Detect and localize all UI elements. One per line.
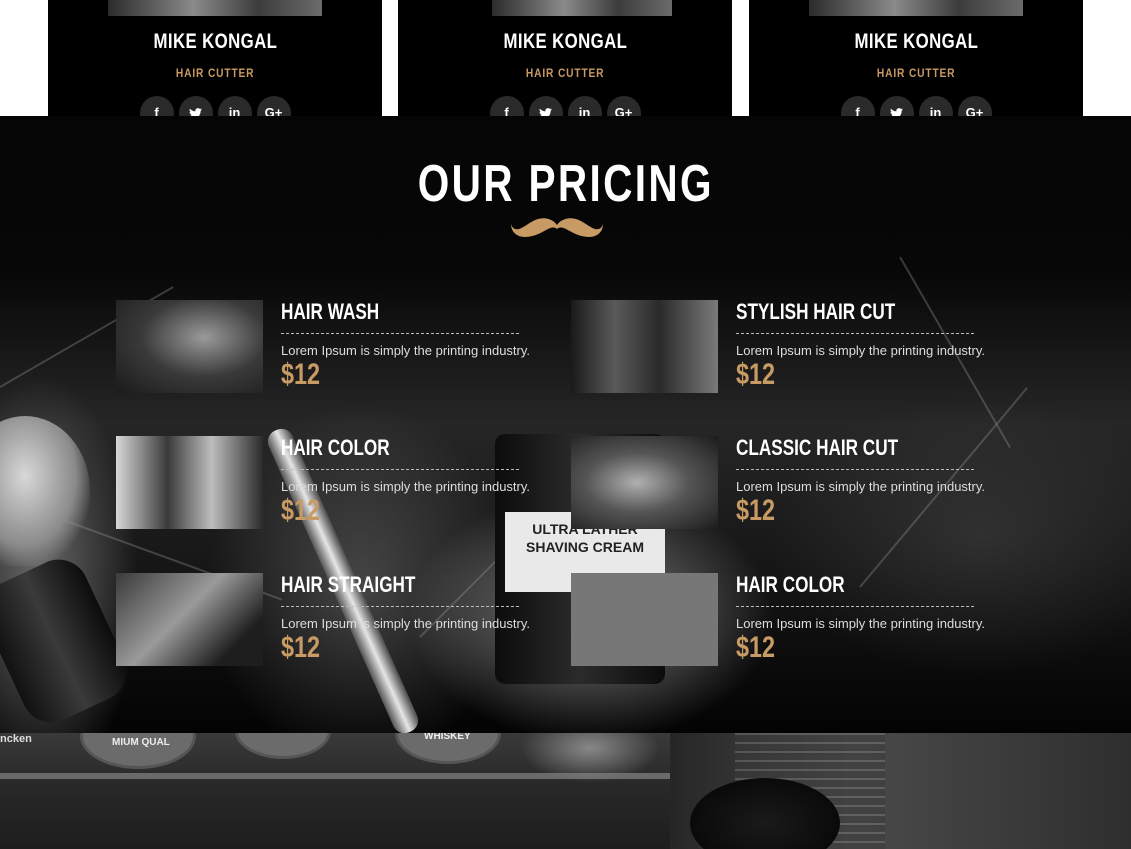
- section-title: OUR PRICING: [417, 155, 714, 213]
- pricing-item-description: Lorem Ipsum is simply the printing indus…: [281, 616, 531, 631]
- pricing-item-image: [116, 573, 263, 666]
- pricing-item-name: HAIR WASH: [281, 299, 380, 324]
- googleplus-icon[interactable]: G+: [957, 96, 992, 116]
- team-member-name: MIKE KONGAL: [153, 30, 277, 53]
- shaving-brush-bristles: [0, 416, 90, 566]
- pricing-item-divider: [736, 333, 974, 334]
- cream-jar-label-line2: SHAVING CREAM: [526, 539, 644, 555]
- team-card: MIKE KONGAL HAIR CUTTER f in G+: [749, 0, 1083, 116]
- mustache-icon: [511, 218, 603, 237]
- twitter-icon[interactable]: [178, 96, 213, 116]
- linkedin-icon[interactable]: in: [217, 96, 252, 116]
- team-card: MIKE KONGAL HAIR CUTTER f in G+: [48, 0, 382, 116]
- social-links: f in G+: [398, 96, 732, 116]
- pricing-item-name: STYLISH HAIR CUT: [736, 299, 896, 324]
- googleplus-icon[interactable]: G+: [606, 96, 641, 116]
- pricing-item-image: [116, 436, 263, 529]
- pricing-item-price: $12: [736, 358, 776, 391]
- facebook-icon[interactable]: f: [139, 96, 174, 116]
- pricing-item-divider: [281, 606, 519, 607]
- pricing-section: ULTRA LATHER SHAVING CREAM OUR PRICING H…: [0, 116, 1131, 733]
- team-member-role: HAIR CUTTER: [525, 66, 605, 80]
- pricing-item: HAIR COLOR Lorem Ipsum is simply the pri…: [116, 435, 530, 531]
- pricing-item: HAIR COLOR Lorem Ipsum is simply the pri…: [571, 572, 985, 668]
- pricing-item-description: Lorem Ipsum is simply the printing indus…: [281, 479, 531, 494]
- pricing-item-image: [116, 300, 263, 393]
- pricing-item-name: HAIR COLOR: [281, 435, 390, 460]
- team-member-photo: [809, 0, 1023, 16]
- twitter-icon[interactable]: [879, 96, 914, 116]
- pricing-item-divider: [736, 606, 974, 607]
- pricing-item-image: [571, 573, 718, 666]
- team-member-name: MIKE KONGAL: [854, 30, 978, 53]
- pricing-item-description: Lorem Ipsum is simply the printing indus…: [281, 343, 531, 358]
- pricing-item-name: HAIR STRAIGHT: [281, 572, 416, 597]
- pricing-item-price: $12: [281, 631, 321, 664]
- pricing-item-price: $12: [736, 494, 776, 527]
- pricing-item-divider: [281, 333, 519, 334]
- pricing-item: STYLISH HAIR CUT Lorem Ipsum is simply t…: [571, 299, 985, 395]
- bottle-cap: [235, 733, 331, 759]
- pricing-item: CLASSIC HAIR CUT Lorem Ipsum is simply t…: [571, 435, 985, 531]
- cap-text: WHISKEY: [424, 733, 471, 742]
- pricing-item-divider: [281, 469, 519, 470]
- pricing-item-description: Lorem Ipsum is simply the printing indus…: [736, 343, 986, 358]
- pricing-item-image: [571, 300, 718, 393]
- linkedin-icon[interactable]: in: [567, 96, 602, 116]
- social-links: f in G+: [749, 96, 1083, 116]
- pricing-item: HAIR WASH Lorem Ipsum is simply the prin…: [116, 299, 530, 395]
- team-member-name: MIKE KONGAL: [503, 30, 627, 53]
- pricing-item: HAIR STRAIGHT Lorem Ipsum is simply the …: [116, 572, 530, 668]
- facebook-icon[interactable]: f: [489, 96, 524, 116]
- pricing-item-name: CLASSIC HAIR CUT: [736, 435, 899, 460]
- pricing-item-divider: [736, 469, 974, 470]
- linkedin-icon[interactable]: in: [918, 96, 953, 116]
- pricing-item-description: Lorem Ipsum is simply the printing indus…: [736, 479, 986, 494]
- googleplus-icon[interactable]: G+: [256, 96, 291, 116]
- facebook-icon[interactable]: f: [840, 96, 875, 116]
- team-member-photo: [108, 0, 322, 16]
- cap-text: ncken: [0, 733, 32, 745]
- social-links: f in G+: [48, 96, 382, 116]
- team-card: MIKE KONGAL HAIR CUTTER f in G+: [398, 0, 732, 116]
- twitter-icon[interactable]: [528, 96, 563, 116]
- team-section: MIKE KONGAL HAIR CUTTER f in G+ MIKE KONGA…: [0, 0, 1131, 116]
- team-member-role: HAIR CUTTER: [876, 66, 956, 80]
- pricing-item-name: HAIR COLOR: [736, 572, 845, 597]
- barbershop-photo-section: ncken MIUM QUAL WHISKEY: [0, 733, 1131, 849]
- team-member-role: HAIR CUTTER: [175, 66, 255, 80]
- cap-text: MIUM QUAL: [112, 737, 170, 748]
- pricing-item-price: $12: [281, 358, 321, 391]
- pricing-item-image: [571, 436, 718, 529]
- pricing-item-price: $12: [736, 631, 776, 664]
- pricing-item-price: $12: [281, 494, 321, 527]
- team-member-photo: [492, 0, 672, 16]
- pricing-item-description: Lorem Ipsum is simply the printing indus…: [736, 616, 986, 631]
